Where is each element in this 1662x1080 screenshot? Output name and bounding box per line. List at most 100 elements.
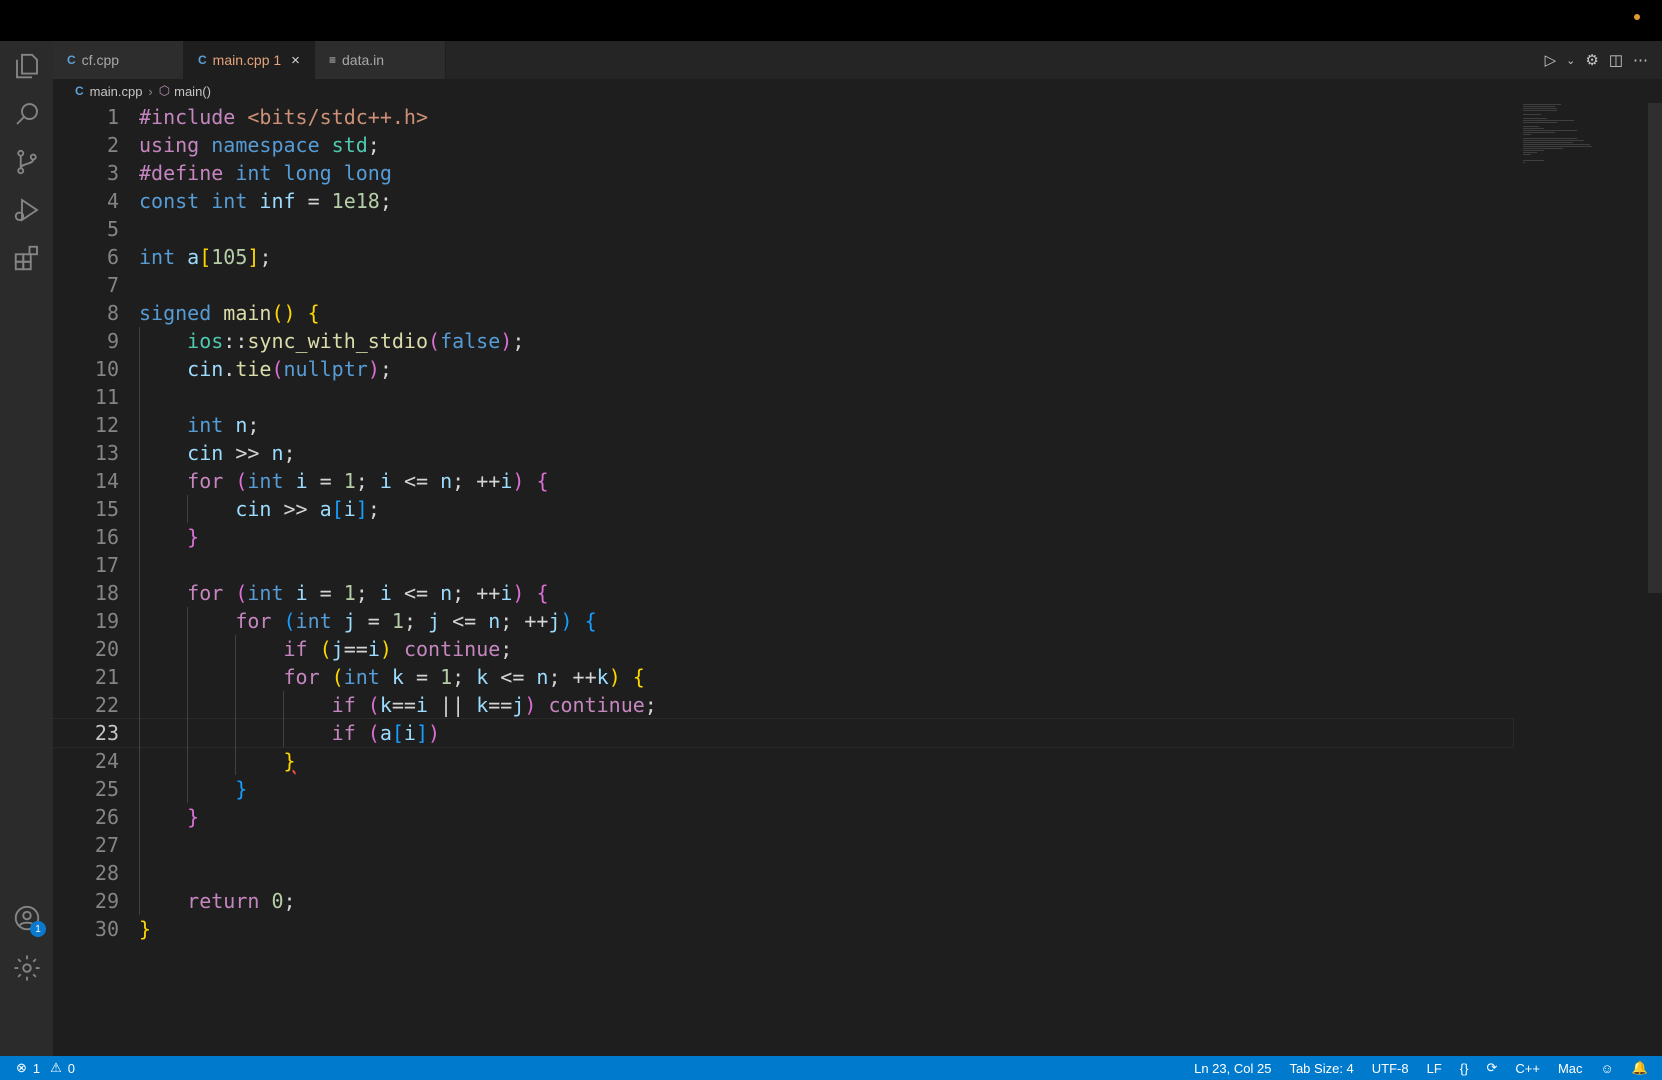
code-token: k bbox=[391, 665, 404, 689]
code-line[interactable]: 23 if (a[i]) bbox=[52, 718, 1514, 748]
tab-main-cpp[interactable]: C main.cpp 1 × bbox=[184, 41, 315, 79]
vertical-scrollbar[interactable] bbox=[1648, 103, 1662, 593]
code-line[interactable]: 19 for (int j = 1; j <= n; ++j) { bbox=[53, 607, 1513, 635]
line-content: #define int long long bbox=[119, 161, 392, 185]
code-line[interactable]: 17 bbox=[53, 551, 1513, 579]
code-line[interactable]: 28 bbox=[53, 859, 1513, 887]
code-line[interactable]: 27 bbox=[53, 831, 1513, 859]
minimap[interactable] bbox=[1523, 103, 1648, 163]
line-content: for (int j = 1; j <= n; ++j) { bbox=[119, 609, 596, 633]
code-line[interactable]: 18 for (int i = 1; i <= n; ++i) { bbox=[53, 579, 1513, 607]
code-token: i bbox=[379, 581, 392, 605]
code-line[interactable]: 14 for (int i = 1; i <= n; ++i) { bbox=[53, 467, 1513, 495]
code-line[interactable]: 26 } bbox=[53, 803, 1513, 831]
cursor-position[interactable]: Ln 23, Col 25 bbox=[1194, 1061, 1271, 1076]
tab-label: data.in bbox=[342, 52, 385, 68]
code-line[interactable]: 4 const int inf = 1e18; bbox=[53, 187, 1513, 215]
code-line[interactable]: 8 signed main() { bbox=[53, 299, 1513, 327]
feedback-icon[interactable]: ☺ bbox=[1601, 1061, 1614, 1076]
status-bar: ⊗ 1 ⚠ 0 Ln 23, Col 25 Tab Size: 4 UTF-8 … bbox=[0, 1056, 1662, 1080]
line-content: cin >> n; bbox=[119, 441, 295, 465]
run-icon[interactable]: ▷ bbox=[1545, 51, 1557, 69]
explorer-icon[interactable] bbox=[10, 49, 44, 83]
tab-cf-cpp[interactable]: C cf.cpp bbox=[53, 41, 184, 79]
code-line[interactable]: 20 if (j==i) continue; bbox=[53, 635, 1513, 663]
code-token: i bbox=[295, 581, 308, 605]
code-token: = bbox=[355, 609, 392, 633]
gear-icon[interactable]: ⚙ bbox=[1585, 51, 1598, 69]
code-line[interactable]: 30} bbox=[53, 915, 1513, 943]
code-line[interactable]: 3 #define int long long bbox=[53, 159, 1513, 187]
tab-size[interactable]: Tab Size: 4 bbox=[1289, 1061, 1353, 1076]
code-line[interactable]: 15 cin >> a[i]; bbox=[53, 495, 1513, 523]
language-mode[interactable]: C++ bbox=[1515, 1061, 1540, 1076]
line-content: } bbox=[119, 749, 296, 773]
code-token: using bbox=[139, 133, 212, 157]
close-icon[interactable]: × bbox=[291, 52, 300, 69]
code-token: 1 bbox=[343, 469, 356, 493]
line-content: } bbox=[119, 917, 151, 941]
code-token: #define bbox=[139, 161, 236, 185]
code-line[interactable]: 22 if (k==i || k==j) continue; bbox=[53, 691, 1513, 719]
breadcrumb-file[interactable]: main.cpp bbox=[90, 84, 143, 99]
chevron-down-icon[interactable]: ⌄ bbox=[1566, 54, 1575, 67]
code-token: i bbox=[343, 497, 356, 521]
line-ending[interactable]: LF bbox=[1427, 1061, 1442, 1076]
code-line[interactable]: 5 bbox=[53, 215, 1513, 243]
code-editor[interactable]: 1 #include <bits/stdc++.h> 2 using namespac… bbox=[52, 103, 1514, 1056]
code-token: ; bbox=[355, 469, 380, 493]
code-token: ; ++ bbox=[452, 581, 501, 605]
code-token: = bbox=[307, 581, 344, 605]
line-number: 15 bbox=[94, 497, 119, 521]
code-line[interactable]: 29 return 0; bbox=[53, 887, 1513, 915]
code-line[interactable]: 21 for (int k = 1; k <= n; ++k) { bbox=[53, 663, 1513, 691]
line-content: if (j==i) continue; bbox=[119, 637, 513, 661]
sync-icon[interactable]: ⟳ bbox=[1486, 1060, 1497, 1076]
code-token: n bbox=[536, 665, 549, 689]
search-icon[interactable] bbox=[10, 97, 44, 131]
code-line[interactable]: 12 int n; bbox=[53, 411, 1513, 439]
code-line[interactable]: 16 } bbox=[53, 523, 1513, 551]
minimap-line bbox=[1523, 142, 1573, 143]
code-line[interactable]: 24 } bbox=[53, 747, 1513, 775]
code-line[interactable]: 2 using namespace std; bbox=[53, 131, 1513, 159]
code-line[interactable]: 1 #include <bits/stdc++.h> bbox=[53, 103, 1513, 131]
source-control-icon[interactable] bbox=[10, 145, 44, 179]
code-line[interactable]: 7 bbox=[53, 271, 1513, 299]
code-token: <= bbox=[440, 609, 489, 633]
code-token: n bbox=[488, 609, 501, 633]
code-token: } bbox=[283, 749, 296, 773]
code-line[interactable]: 10 cin.tie(nullptr); bbox=[53, 355, 1513, 383]
code-line[interactable]: 25 } bbox=[53, 775, 1513, 803]
bell-icon[interactable]: 🔔 bbox=[1632, 1060, 1648, 1076]
extensions-icon[interactable] bbox=[10, 241, 44, 275]
code-token: for bbox=[235, 609, 284, 633]
run-debug-icon[interactable] bbox=[10, 193, 44, 227]
braces-icon[interactable]: {} bbox=[1460, 1061, 1469, 1076]
problems-indicator[interactable]: ⊗ 1 ⚠ 0 bbox=[0, 1060, 75, 1076]
more-actions-icon[interactable]: ⋯ bbox=[1633, 51, 1648, 69]
code-line[interactable]: 6 int a[105]; bbox=[53, 243, 1513, 271]
line-content: int n; bbox=[119, 413, 259, 437]
code-token: return bbox=[187, 889, 272, 913]
code-line[interactable]: 13 cin >> n; bbox=[53, 439, 1513, 467]
line-number: 24 bbox=[94, 749, 119, 773]
accounts-icon[interactable]: 1 bbox=[10, 901, 46, 937]
encoding[interactable]: UTF-8 bbox=[1372, 1061, 1409, 1076]
line-content: if (k==i || k==j) continue; bbox=[119, 693, 657, 717]
symbol-method-icon: ⬡ bbox=[158, 83, 171, 98]
breadcrumb-symbol[interactable]: main() bbox=[174, 84, 211, 99]
code-line[interactable]: 9 ios::sync_with_stdio(false); bbox=[53, 327, 1513, 355]
line-number: 23 bbox=[94, 721, 119, 745]
tab-data-in[interactable]: ≡ data.in bbox=[315, 41, 446, 79]
split-editor-icon[interactable]: ◫ bbox=[1609, 51, 1623, 69]
settings-gear-icon[interactable] bbox=[10, 951, 44, 985]
line-content: return 0; bbox=[119, 889, 295, 913]
code-line[interactable]: 11 bbox=[53, 383, 1513, 411]
platform[interactable]: Mac bbox=[1558, 1061, 1583, 1076]
code-token: int long long bbox=[235, 161, 392, 185]
